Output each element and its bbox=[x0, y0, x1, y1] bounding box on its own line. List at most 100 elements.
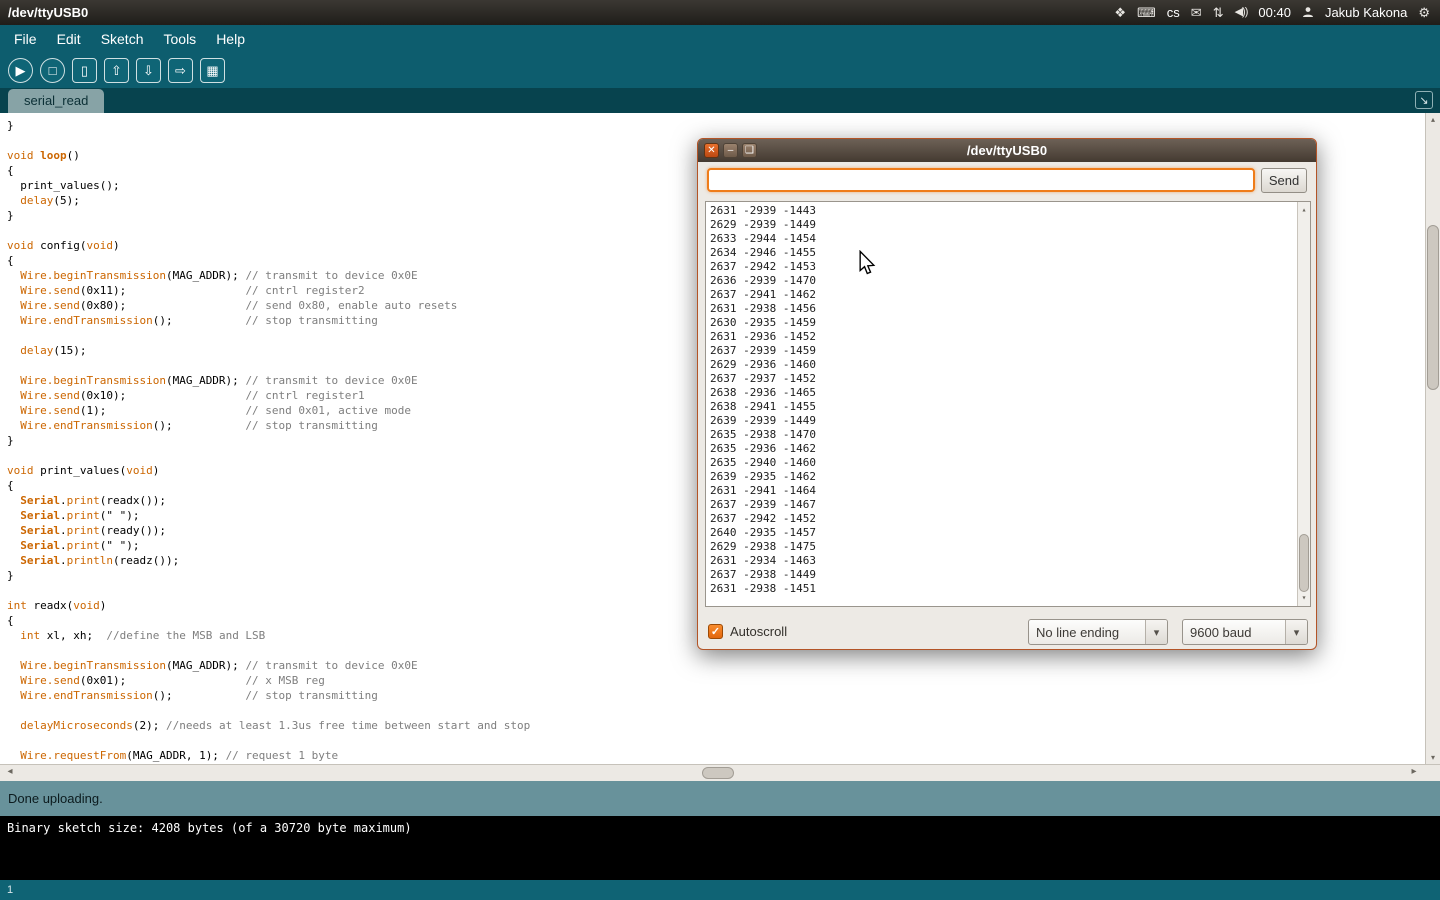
toolbar: ▶ □ ▯ ⇧ ⇩ ⇨ ▦ bbox=[0, 52, 1440, 88]
tab-menu-button[interactable]: ↘ bbox=[1415, 91, 1433, 109]
serial-line: 2637 -2942 -1452 bbox=[710, 512, 1310, 526]
focused-window-title: /dev/ttyUSB0 bbox=[8, 5, 88, 20]
serial-line: 2629 -2939 -1449 bbox=[710, 218, 1310, 232]
serial-line: 2629 -2938 -1475 bbox=[710, 540, 1310, 554]
code-line: } bbox=[7, 118, 1425, 133]
console-output: Binary sketch size: 4208 bytes (of a 307… bbox=[0, 816, 1440, 880]
clock[interactable]: 00:40 bbox=[1258, 5, 1291, 20]
code-line bbox=[7, 703, 1425, 718]
mouse-cursor bbox=[858, 250, 876, 281]
volume-icon[interactable]: ◀)) bbox=[1235, 7, 1248, 18]
code-line bbox=[7, 733, 1425, 748]
footer-strip: 1 bbox=[0, 880, 1440, 900]
serial-line: 2631 -2938 -1451 bbox=[710, 582, 1310, 596]
user-icon bbox=[1302, 6, 1314, 20]
serial-monitor-window: ✕ – ❑ /dev/ttyUSB0 Send 2631 -2939 -1443… bbox=[697, 138, 1317, 650]
serial-line: 2636 -2939 -1470 bbox=[710, 274, 1310, 288]
session-gear-icon[interactable]: ⚙ bbox=[1418, 6, 1430, 19]
serial-line: 2635 -2940 -1460 bbox=[710, 456, 1310, 470]
serial-line: 2629 -2936 -1460 bbox=[710, 358, 1310, 372]
menu-item-sketch[interactable]: Sketch bbox=[91, 31, 154, 47]
serial-line: 2637 -2939 -1459 bbox=[710, 344, 1310, 358]
editor-horizontal-scroll-thumb[interactable] bbox=[702, 767, 734, 779]
close-icon[interactable]: ✕ bbox=[704, 143, 719, 158]
chevron-down-icon[interactable]: ▾ bbox=[1285, 620, 1307, 644]
serial-monitor-controls: ✓ Autoscroll No line ending ▾ 9600 baud … bbox=[698, 617, 1316, 647]
new-sketch-button[interactable]: ▯ bbox=[72, 58, 97, 83]
keyboard-icon[interactable]: ⌨ bbox=[1137, 6, 1156, 19]
serial-line: 2637 -2937 -1452 bbox=[710, 372, 1310, 386]
serial-line: 2635 -2936 -1462 bbox=[710, 442, 1310, 456]
stop-button[interactable]: □ bbox=[40, 58, 65, 83]
chevron-down-icon[interactable]: ▾ bbox=[1145, 620, 1167, 644]
serial-line: 2638 -2936 -1465 bbox=[710, 386, 1310, 400]
serial-scroll-thumb[interactable] bbox=[1299, 534, 1309, 592]
network-transfer-icon[interactable]: ⇅ bbox=[1213, 6, 1224, 19]
serial-monitor-title: /dev/ttyUSB0 bbox=[967, 143, 1047, 158]
serial-line: 2640 -2935 -1457 bbox=[710, 526, 1310, 540]
panel-indicators: ❖ ⌨ cs ✉ ⇅ ◀)) 00:40 Jakub Kakona ⚙ bbox=[1114, 5, 1430, 20]
editor-vertical-scroll-thumb[interactable] bbox=[1427, 225, 1439, 390]
serial-line: 2637 -2938 -1449 bbox=[710, 568, 1310, 582]
serial-monitor-button[interactable]: ▦ bbox=[200, 58, 225, 83]
code-line: Wire.beginTransmission(MAG_ADDR); // tra… bbox=[7, 658, 1425, 673]
window-controls: ✕ – ❑ bbox=[704, 143, 757, 158]
serial-line: 2631 -2941 -1464 bbox=[710, 484, 1310, 498]
keyboard-layout-indicator[interactable]: cs bbox=[1167, 5, 1180, 20]
menu-item-file[interactable]: File bbox=[4, 31, 47, 47]
scroll-up-icon[interactable]: ▴ bbox=[1426, 115, 1440, 124]
maximize-icon[interactable]: ❑ bbox=[742, 143, 757, 158]
serial-line: 2631 -2934 -1463 bbox=[710, 554, 1310, 568]
scroll-down-icon[interactable]: ▾ bbox=[1426, 753, 1440, 762]
serial-monitor-titlebar[interactable]: ✕ – ❑ /dev/ttyUSB0 bbox=[698, 139, 1316, 162]
code-line: Wire.send(0x01); // x MSB reg bbox=[7, 673, 1425, 688]
save-sketch-button[interactable]: ⇩ bbox=[136, 58, 161, 83]
baud-rate-value: 9600 baud bbox=[1183, 625, 1285, 640]
serial-line: 2637 -2939 -1467 bbox=[710, 498, 1310, 512]
send-button[interactable]: Send bbox=[1261, 168, 1307, 193]
status-message: Done uploading. bbox=[8, 791, 103, 806]
line-number: 1 bbox=[7, 884, 13, 896]
serial-lines: 2631 -2939 -14432629 -2939 -14492633 -29… bbox=[706, 202, 1310, 596]
editor-vertical-scrollbar[interactable]: ▴ ▾ bbox=[1425, 113, 1440, 764]
scroll-up-icon[interactable]: ▴ bbox=[1298, 203, 1310, 217]
screen: /dev/ttyUSB0 ❖ ⌨ cs ✉ ⇅ ◀)) 00:40 Jakub … bbox=[0, 0, 1440, 900]
serial-line: 2633 -2944 -1454 bbox=[710, 232, 1310, 246]
open-sketch-button[interactable]: ⇧ bbox=[104, 58, 129, 83]
autoscroll-label: Autoscroll bbox=[730, 624, 787, 639]
tab-serial-read[interactable]: serial_read bbox=[8, 89, 104, 113]
serial-output[interactable]: 2631 -2939 -14432629 -2939 -14492633 -29… bbox=[705, 201, 1311, 607]
editor-horizontal-scrollbar[interactable]: ◂ ▸ bbox=[0, 764, 1440, 781]
serial-line: 2637 -2941 -1462 bbox=[710, 288, 1310, 302]
menu-item-edit[interactable]: Edit bbox=[47, 31, 91, 47]
verify-button[interactable]: ▶ bbox=[8, 58, 33, 83]
dropbox-icon[interactable]: ❖ bbox=[1114, 6, 1126, 19]
minimize-icon[interactable]: – bbox=[723, 143, 738, 158]
serial-send-input[interactable] bbox=[707, 168, 1255, 192]
serial-line: 2639 -2939 -1449 bbox=[710, 414, 1310, 428]
serial-line: 2639 -2935 -1462 bbox=[710, 470, 1310, 484]
line-ending-select[interactable]: No line ending ▾ bbox=[1028, 619, 1168, 645]
serial-output-scrollbar[interactable]: ▴ ▾ bbox=[1297, 202, 1310, 606]
scroll-right-icon[interactable]: ▸ bbox=[1406, 766, 1422, 777]
serial-line: 2634 -2946 -1455 bbox=[710, 246, 1310, 260]
serial-line: 2631 -2939 -1443 bbox=[710, 204, 1310, 218]
scroll-left-icon[interactable]: ◂ bbox=[2, 766, 18, 777]
serial-line: 2635 -2938 -1470 bbox=[710, 428, 1310, 442]
menu-item-tools[interactable]: Tools bbox=[154, 31, 207, 47]
upload-button[interactable]: ⇨ bbox=[168, 58, 193, 83]
serial-line: 2637 -2942 -1453 bbox=[710, 260, 1310, 274]
top-panel: /dev/ttyUSB0 ❖ ⌨ cs ✉ ⇅ ◀)) 00:40 Jakub … bbox=[0, 0, 1440, 25]
menu-item-help[interactable]: Help bbox=[206, 31, 255, 47]
mail-icon[interactable]: ✉ bbox=[1191, 6, 1202, 19]
code-line: delayMicroseconds(2); //needs at least 1… bbox=[7, 718, 1425, 733]
autoscroll-checkbox[interactable]: ✓ bbox=[708, 624, 723, 639]
code-line: Wire.endTransmission(); // stop transmit… bbox=[7, 688, 1425, 703]
scroll-down-icon[interactable]: ▾ bbox=[1298, 591, 1310, 605]
user-name[interactable]: Jakub Kakona bbox=[1325, 5, 1407, 20]
serial-line: 2631 -2936 -1452 bbox=[710, 330, 1310, 344]
baud-rate-select[interactable]: 9600 baud ▾ bbox=[1182, 619, 1308, 645]
code-line: Wire.requestFrom(MAG_ADDR, 1); // reques… bbox=[7, 748, 1425, 763]
console-text: Binary sketch size: 4208 bytes (of a 307… bbox=[7, 821, 412, 835]
tab-bar: serial_read ↘ bbox=[0, 88, 1440, 113]
